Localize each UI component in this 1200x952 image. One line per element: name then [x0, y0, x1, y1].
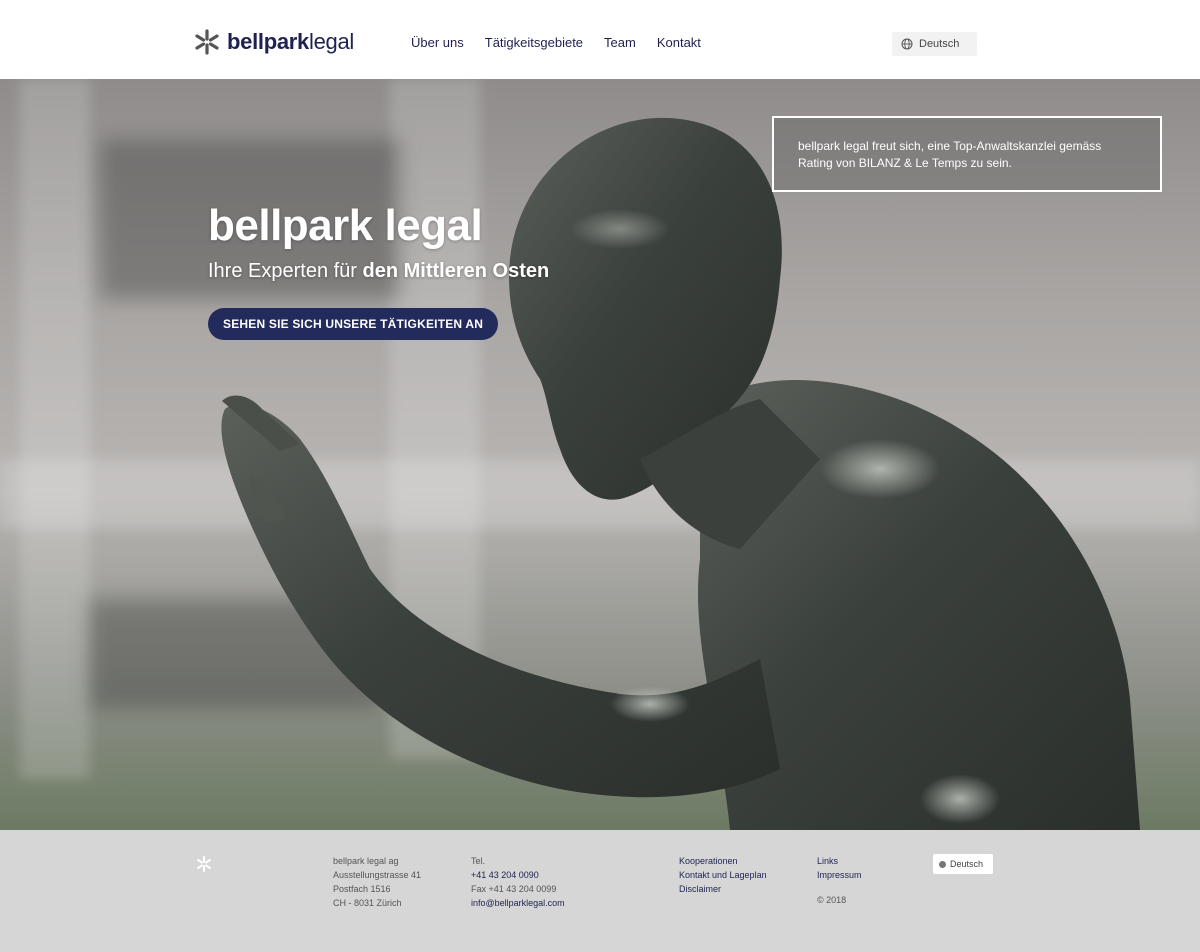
globe-icon [939, 860, 946, 868]
asterisk-logo-icon[interactable] [195, 855, 213, 873]
logo-wordmark: bellparklegal [227, 29, 354, 54]
footer-link-links[interactable]: Links [817, 854, 862, 868]
asterisk-logo-icon [195, 29, 219, 55]
email-link[interactable]: info@bellparklegal.com [471, 896, 565, 910]
footer-link-kooperationen[interactable]: Kooperationen [679, 854, 767, 868]
nav-item-team[interactable]: Team [604, 35, 636, 50]
nav-item-kontakt[interactable]: Kontakt [657, 35, 701, 50]
site-header: bellparklegal Über uns Tätigkeitsgebiete… [0, 0, 1200, 79]
address-line: CH - 8031 Zürich [333, 898, 402, 908]
nav-item-ueber-uns[interactable]: Über uns [411, 35, 464, 50]
rating-notice: bellpark legal freut sich, eine Top-Anwa… [772, 116, 1162, 192]
phone-link[interactable]: +41 43 204 0090 [471, 870, 539, 880]
footer-link-disclaimer[interactable]: Disclaimer [679, 882, 767, 896]
nav-item-taetigkeitsgebiete[interactable]: Tätigkeitsgebiete [485, 35, 583, 50]
footer-address: bellpark legal ag Ausstellungstrasse 41 … [333, 854, 421, 910]
address-line: Ausstellungstrasse 41 [333, 870, 422, 880]
fax-line: Fax +41 43 204 0099 [471, 884, 557, 894]
language-selector[interactable]: Deutsch [892, 32, 977, 56]
footer-language-label: Deutsch [950, 859, 984, 869]
site-footer: bellpark legal ag Ausstellungstrasse 41 … [0, 830, 1200, 952]
hero-subtitle: Ihre Experten für den Mittleren Osten [208, 260, 550, 282]
phone-line: Tel. +41 43 204 0090 [471, 856, 539, 880]
footer-link-impressum[interactable]: Impressum [817, 868, 862, 882]
footer-links-secondary: Links Impressum [817, 854, 862, 882]
footer-contact: Tel. +41 43 204 0090 Fax +41 43 204 0099… [471, 854, 565, 910]
view-activities-button[interactable]: SEHEN SIE SICH UNSERE TÄTIGKEITEN AN [208, 308, 499, 340]
copyright: © 2018 [817, 895, 847, 905]
footer-links-primary: Kooperationen Kontakt und Lageplan Discl… [679, 854, 767, 896]
globe-icon [901, 38, 913, 50]
language-label: Deutsch [919, 38, 960, 50]
hero-section: bellpark legal Ihre Experten für den Mit… [0, 79, 1200, 830]
address-line: Postfach 1516 [333, 884, 391, 894]
site-logo[interactable]: bellparklegal [193, 28, 354, 56]
footer-language-selector[interactable]: Deutsch [933, 854, 993, 874]
footer-link-kontakt-lageplan[interactable]: Kontakt und Lageplan [679, 868, 767, 882]
address-line: bellpark legal ag [333, 856, 399, 866]
main-nav: Über uns Tätigkeitsgebiete Team Kontakt [411, 35, 701, 50]
hero-title: bellpark legal [208, 201, 483, 250]
